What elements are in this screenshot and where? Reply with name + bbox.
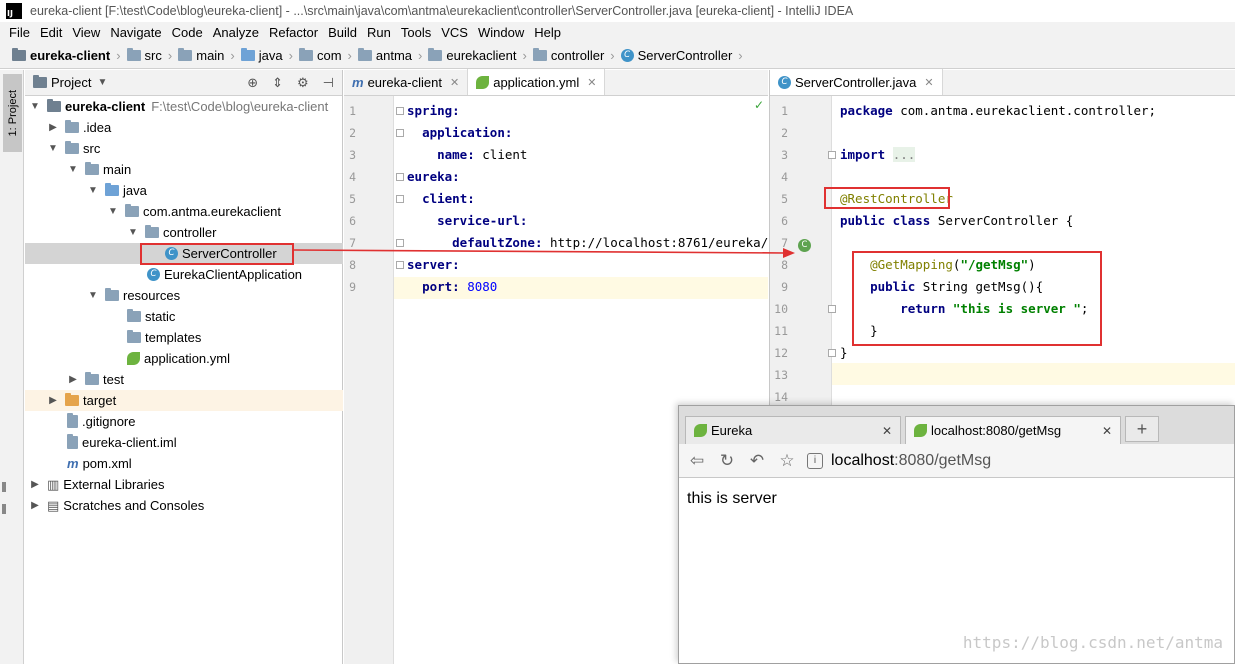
watermark: https://blog.csdn.net/antma: [962, 633, 1223, 652]
browser-page-content: this is server: [687, 490, 777, 507]
close-icon[interactable]: ✕: [882, 424, 892, 438]
url-host: localhost: [831, 451, 895, 469]
star-icon[interactable]: ☆: [777, 451, 797, 471]
close-icon[interactable]: ✕: [1102, 424, 1112, 438]
reload-icon[interactable]: ↻: [717, 451, 737, 471]
new-tab-button[interactable]: +: [1125, 416, 1159, 442]
browser-tab-label: localhost:8080/getMsg: [931, 423, 1062, 438]
url-path: :8080/getMsg: [894, 451, 992, 469]
browser-tab-label: Eureka: [711, 423, 753, 438]
address-bar[interactable]: i localhost:8080/getMsg: [807, 448, 1228, 474]
back-icon[interactable]: ⇦: [687, 451, 707, 471]
browser-window: Eureka ✕ localhost:8080/getMsg ✕ + ⇦ ↻ ↶ ☆…: [678, 405, 1235, 664]
browser-tab-getmsg[interactable]: localhost:8080/getMsg ✕: [905, 416, 1121, 444]
info-icon[interactable]: i: [807, 452, 823, 469]
browser-nav-bar: ⇦ ↻ ↶ ☆ i localhost:8080/getMsg: [679, 444, 1234, 478]
undo-icon[interactable]: ↶: [747, 451, 767, 471]
spring-leaf-icon: [694, 424, 707, 437]
browser-tab-bar: Eureka ✕ localhost:8080/getMsg ✕ +: [679, 406, 1234, 444]
browser-tab-eureka[interactable]: Eureka ✕: [685, 416, 901, 444]
spring-leaf-icon: [914, 424, 927, 437]
